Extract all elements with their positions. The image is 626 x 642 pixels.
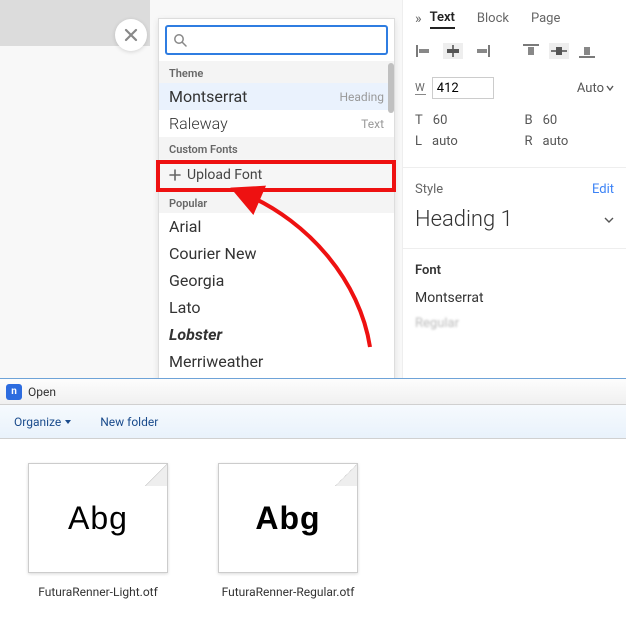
dropdown-scrollbar[interactable]: [388, 63, 394, 113]
style-value-text: Heading 1: [415, 207, 513, 232]
edit-style-link[interactable]: Edit: [592, 182, 614, 197]
chevron-down-icon: [604, 215, 614, 225]
font-name: Georgia: [169, 271, 224, 290]
font-item-courier[interactable]: Courier New: [159, 240, 394, 267]
align-center-icon[interactable]: [443, 43, 463, 59]
align-top-icon[interactable]: [521, 43, 541, 59]
font-search-input[interactable]: [165, 25, 388, 55]
page-fold-icon: [335, 464, 357, 486]
align-right-icon[interactable]: [471, 43, 491, 59]
spacing-r-value[interactable]: auto: [543, 134, 569, 149]
font-item-raleway[interactable]: Raleway Text: [159, 110, 394, 137]
spacing-r-label: R: [525, 134, 533, 149]
file-name: FuturaRenner-Light.otf: [38, 585, 158, 599]
font-name: Raleway: [169, 114, 228, 133]
upload-font-button[interactable]: Upload Font: [159, 159, 394, 191]
font-name: Courier New: [169, 244, 256, 263]
file-thumbnail: Abg: [28, 463, 168, 573]
style-label: Style: [415, 182, 443, 197]
font-family-value[interactable]: Montserrat: [415, 290, 614, 306]
tab-text[interactable]: Text: [430, 8, 455, 29]
upload-font-label: Upload Font: [187, 167, 262, 183]
spacing-l-value[interactable]: auto: [432, 134, 458, 149]
app-icon: n: [6, 384, 22, 400]
width-input[interactable]: [432, 77, 494, 99]
font-name: Montserrat: [169, 87, 247, 106]
properties-panel: » Text Block Page W Auto T 60 B 60: [402, 0, 626, 378]
font-name: Merriweather: [169, 352, 263, 371]
organize-label: Organize: [14, 415, 61, 429]
file-tile[interactable]: Abg FuturaRenner-Light.otf: [28, 463, 168, 599]
tab-block[interactable]: Block: [477, 9, 509, 28]
tab-page[interactable]: Page: [531, 9, 560, 28]
font-dropdown: Theme Montserrat Heading Raleway Text Cu…: [158, 18, 395, 430]
spacing-grid: T 60 B 60 Lauto Rauto: [415, 113, 614, 149]
horizontal-align-group: [415, 43, 491, 59]
section-custom: Custom Fonts: [159, 137, 394, 159]
expand-panel-icon[interactable]: »: [415, 11, 422, 27]
chevron-down-icon: [64, 418, 72, 426]
font-item-lato[interactable]: Lato: [159, 294, 394, 321]
style-selector[interactable]: Heading 1: [415, 207, 614, 232]
spacing-t-value[interactable]: 60: [433, 113, 448, 128]
font-preview: Abg: [255, 500, 320, 537]
font-role: Text: [361, 117, 384, 131]
close-icon: [124, 28, 138, 42]
font-item-lobster[interactable]: Lobster: [159, 321, 394, 348]
font-weight-value[interactable]: Regular: [415, 316, 614, 331]
dialog-titlebar: n Open: [0, 379, 626, 405]
auto-label: Auto: [577, 81, 604, 96]
section-theme: Theme: [159, 61, 394, 83]
font-preview: Abg: [68, 500, 128, 537]
file-open-dialog: n Open Organize New folder Abg FuturaRen…: [0, 378, 626, 642]
section-popular: Popular: [159, 191, 394, 213]
align-bottom-icon[interactable]: [577, 43, 597, 59]
font-name: Arial: [169, 217, 201, 236]
dialog-title: Open: [28, 385, 56, 399]
file-tile[interactable]: Abg FuturaRenner-Regular.otf: [218, 463, 358, 599]
spacing-t-label: T: [415, 113, 423, 128]
font-item-merriweather[interactable]: Merriweather: [159, 348, 394, 375]
font-item-georgia[interactable]: Georgia: [159, 267, 394, 294]
font-item-arial[interactable]: Arial: [159, 213, 394, 240]
align-left-icon[interactable]: [415, 43, 435, 59]
font-name: Lobster: [169, 325, 222, 344]
vertical-align-group: [521, 43, 597, 59]
page-fold-icon: [145, 464, 167, 486]
font-role: Heading: [339, 90, 384, 104]
width-auto-toggle[interactable]: Auto: [577, 81, 614, 96]
new-folder-button[interactable]: New folder: [100, 415, 158, 429]
file-thumbnail: Abg: [218, 463, 358, 573]
plus-icon: [169, 169, 181, 181]
width-label: W: [415, 81, 426, 95]
font-name: Lato: [169, 298, 201, 317]
font-item-montserrat[interactable]: Montserrat Heading: [159, 83, 394, 110]
spacing-b-label: B: [525, 113, 533, 128]
align-middle-icon[interactable]: [549, 43, 569, 59]
spacing-b-value[interactable]: 60: [543, 113, 558, 128]
font-section-label: Font: [415, 263, 614, 278]
spacing-l-label: L: [415, 134, 422, 149]
close-button[interactable]: [115, 19, 147, 51]
organize-menu[interactable]: Organize: [14, 415, 72, 429]
chevron-down-icon: [606, 84, 614, 92]
file-name: FuturaRenner-Regular.otf: [222, 585, 355, 599]
